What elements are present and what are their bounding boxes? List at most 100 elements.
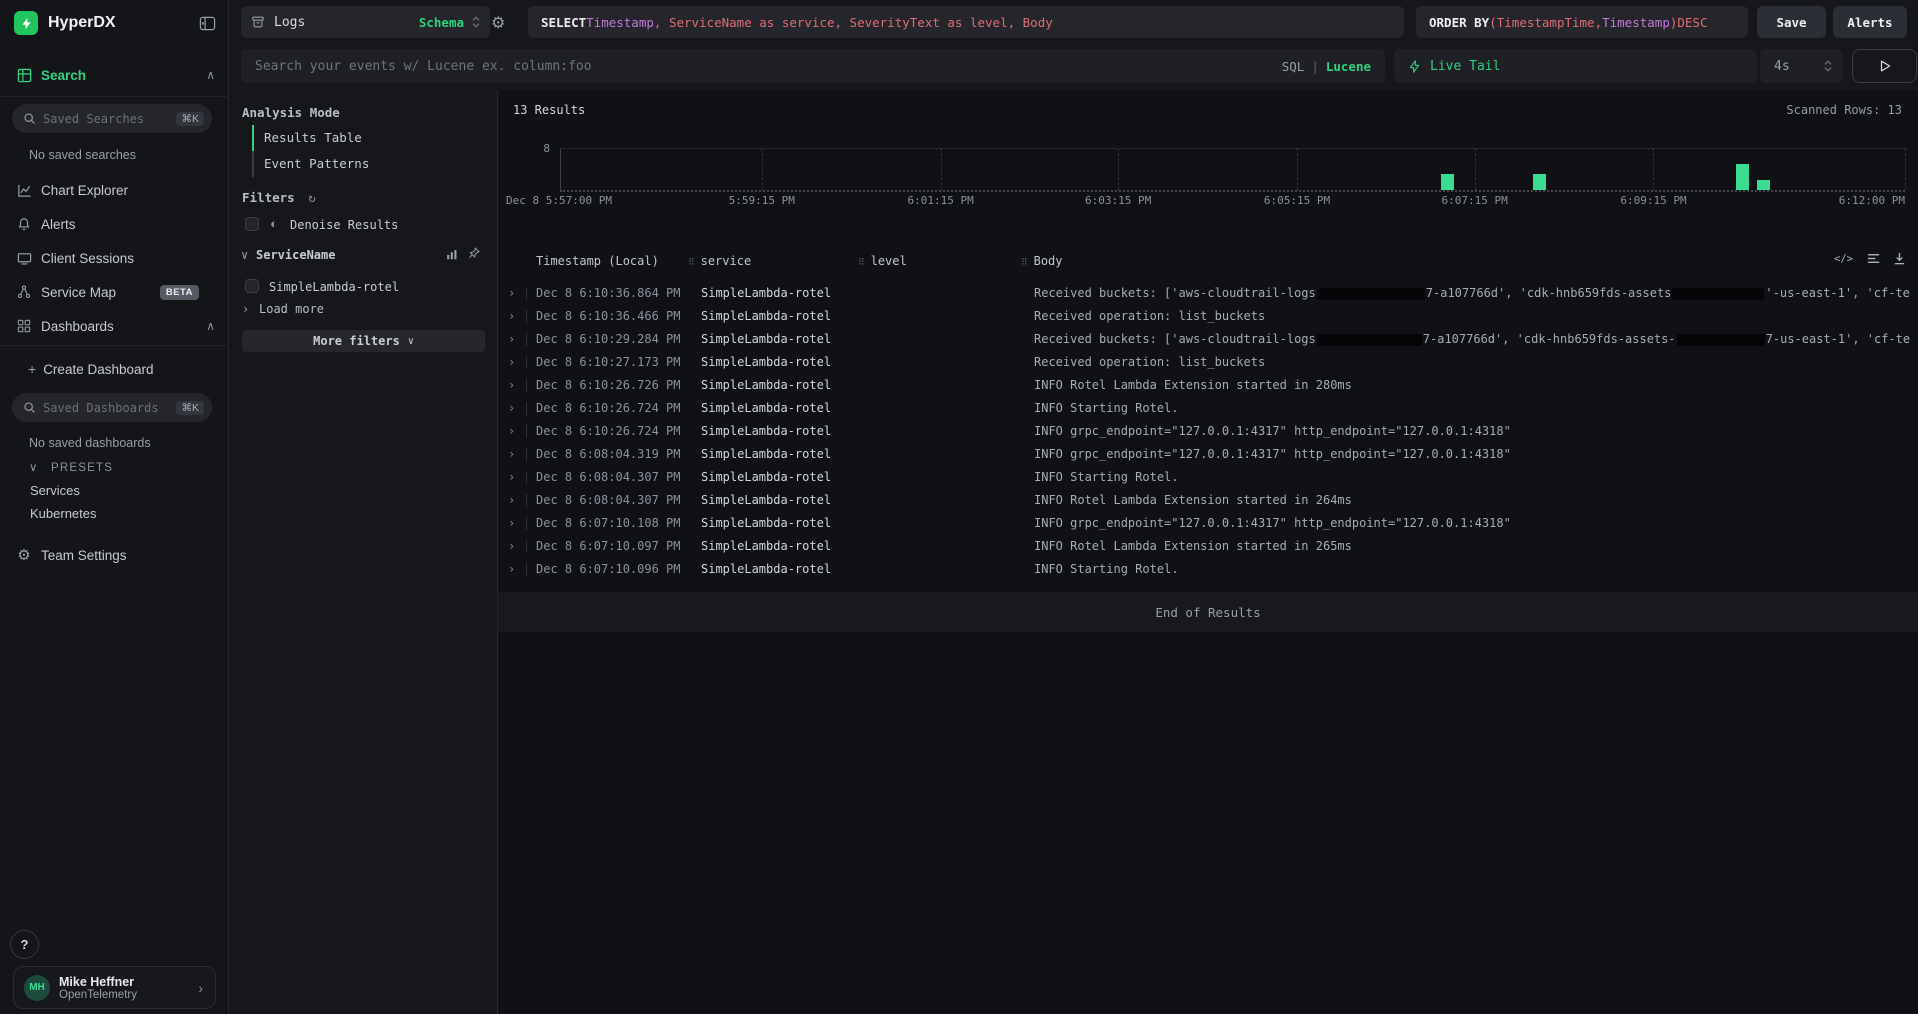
table-row[interactable]: ›Dec 8 6:08:04.319 PMSimpleLambda-rotelI…: [498, 443, 1918, 466]
row-expand-icon[interactable]: ›: [508, 466, 515, 489]
col-header-body[interactable]: ⠿Body: [1021, 254, 1063, 268]
sidebar-item-client-sessions[interactable]: Client Sessions: [0, 243, 229, 273]
filters-panel: Analysis Mode Results Table Event Patter…: [229, 90, 498, 1014]
stepper-carets-icon[interactable]: [1824, 60, 1832, 72]
chevron-right-icon: ›: [198, 980, 203, 996]
more-filters-button[interactable]: More filters ∨: [242, 330, 485, 352]
table-row[interactable]: ›Dec 8 6:10:36.864 PMSimpleLambda-rotelR…: [498, 282, 1918, 305]
mode-sql-toggle[interactable]: SQL: [1282, 59, 1305, 74]
servicename-value-label[interactable]: SimpleLambda-rotel: [269, 280, 399, 294]
table-row[interactable]: ›Dec 8 6:10:29.284 PMSimpleLambda-rotelR…: [498, 328, 1918, 351]
source-settings-gear-icon[interactable]: ⚙: [491, 13, 505, 33]
col-header-timestamp[interactable]: Timestamp (Local): [536, 254, 659, 268]
row-expand-icon[interactable]: ›: [508, 558, 515, 581]
table-row[interactable]: ›Dec 8 6:07:10.108 PMSimpleLambda-rotelI…: [498, 512, 1918, 535]
plus-icon: +: [28, 361, 36, 377]
drag-handle-icon: ⠿: [688, 258, 695, 268]
col-header-level[interactable]: ⠿level: [858, 254, 907, 268]
sidebar-item-chart-explorer[interactable]: Chart Explorer: [0, 175, 229, 205]
table-row[interactable]: ›Dec 8 6:10:36.466 PMSimpleLambda-rotelR…: [498, 305, 1918, 328]
row-expand-icon[interactable]: ›: [508, 443, 515, 466]
search-placeholder: Search your events w/ Lucene ex. column:…: [255, 59, 1282, 74]
table-row[interactable]: ›Dec 8 6:07:10.097 PMSimpleLambda-rotelI…: [498, 535, 1918, 558]
mode-lucene-toggle[interactable]: Lucene: [1326, 59, 1371, 74]
row-expand-icon[interactable]: ›: [508, 397, 515, 420]
download-icon[interactable]: [1892, 251, 1907, 266]
user-menu[interactable]: MH Mike Heffner OpenTelemetry ›: [13, 966, 216, 1009]
row-separator: [526, 540, 527, 553]
row-service: SimpleLambda-rotel: [701, 489, 831, 512]
preset-item-services[interactable]: Services: [30, 483, 80, 498]
sidebar-item-alerts[interactable]: Alerts: [0, 209, 229, 239]
row-expand-icon[interactable]: ›: [508, 489, 515, 512]
create-dashboard-button[interactable]: + Create Dashboard: [0, 354, 229, 384]
table-row[interactable]: ›Dec 8 6:10:26.724 PMSimpleLambda-rotelI…: [498, 397, 1918, 420]
histogram-bar[interactable]: [1757, 180, 1770, 191]
row-expand-icon[interactable]: ›: [508, 328, 515, 351]
load-more-link[interactable]: Load more: [259, 302, 324, 316]
histogram-bar[interactable]: [1441, 174, 1454, 190]
alerts-button[interactable]: Alerts: [1833, 6, 1907, 38]
x-gridline: [941, 148, 942, 190]
row-expand-icon[interactable]: ›: [508, 351, 515, 374]
chevron-up-icon[interactable]: ∧: [206, 319, 215, 333]
sidebar-item-search[interactable]: Search ∧: [0, 60, 229, 90]
help-button[interactable]: ?: [10, 930, 39, 959]
source-select[interactable]: Logs Schema: [241, 6, 490, 38]
select-query-input[interactable]: SELECT Timestamp, ServiceName as service…: [528, 6, 1404, 38]
row-body: Received buckets: ['aws-cloudtrail-logs7…: [1034, 328, 1910, 351]
pin-icon[interactable]: [467, 246, 481, 260]
filter-chart-icon[interactable]: [445, 247, 459, 261]
x-axis-baseline: [560, 190, 1905, 192]
sidebar-item-dashboards[interactable]: Dashboards ∧: [0, 311, 229, 341]
row-density-icon[interactable]: [1866, 251, 1881, 266]
row-expand-icon[interactable]: ›: [508, 374, 515, 397]
saved-searches-input[interactable]: Saved Searches ⌘K: [12, 104, 212, 133]
mode-rail: [252, 125, 254, 177]
chevron-up-icon[interactable]: ∧: [206, 68, 215, 82]
refresh-icon[interactable]: ↻: [308, 190, 316, 205]
filters-title: Filters ↻: [242, 190, 316, 205]
sidebar-item-team-settings[interactable]: ⚙ Team Settings: [0, 540, 229, 570]
servicename-collapse-chevron[interactable]: ∨: [241, 248, 248, 262]
interval-select[interactable]: 4s: [1760, 49, 1842, 83]
row-expand-icon[interactable]: ›: [508, 512, 515, 535]
end-of-results: End of Results: [498, 592, 1918, 632]
no-saved-searches-text: No saved searches: [29, 148, 136, 162]
presets-label: PRESETS: [51, 462, 113, 474]
table-row[interactable]: ›Dec 8 6:10:26.726 PMSimpleLambda-rotelI…: [498, 374, 1918, 397]
table-row[interactable]: ›Dec 8 6:10:27.173 PMSimpleLambda-rotelR…: [498, 351, 1918, 374]
event-search-input[interactable]: Search your events w/ Lucene ex. column:…: [241, 49, 1385, 83]
saved-dashboards-input[interactable]: Saved Dashboards ⌘K: [12, 393, 212, 422]
view-source-icon[interactable]: </>: [1834, 253, 1853, 265]
histogram-bar[interactable]: [1736, 164, 1749, 190]
row-expand-icon[interactable]: ›: [508, 305, 515, 328]
mode-event-patterns[interactable]: Event Patterns: [264, 151, 369, 177]
row-expand-icon[interactable]: ›: [508, 282, 515, 305]
live-tail-button[interactable]: Live Tail: [1394, 49, 1757, 83]
table-row[interactable]: ›Dec 8 6:07:10.096 PMSimpleLambda-rotelI…: [498, 558, 1918, 581]
schema-link[interactable]: Schema: [419, 15, 464, 30]
col-header-service[interactable]: ⠿service: [688, 254, 751, 268]
filter-group-servicename[interactable]: ServiceName: [256, 248, 335, 262]
collapse-sidebar-icon[interactable]: [199, 15, 216, 32]
denoise-label[interactable]: Denoise Results: [290, 218, 398, 232]
play-button[interactable]: [1852, 49, 1917, 83]
row-timestamp: Dec 8 6:08:04.307 PM: [536, 466, 681, 489]
denoise-checkbox[interactable]: [245, 217, 259, 231]
save-button[interactable]: Save: [1757, 6, 1826, 38]
table-row[interactable]: ›Dec 8 6:08:04.307 PMSimpleLambda-rotelI…: [498, 489, 1918, 512]
redacted-text: [1672, 288, 1764, 300]
table-row[interactable]: ›Dec 8 6:10:26.724 PMSimpleLambda-rotelI…: [498, 420, 1918, 443]
mode-results-table[interactable]: Results Table: [264, 125, 362, 151]
sidebar-item-service-map[interactable]: Service Map BETA: [0, 277, 229, 307]
row-expand-icon[interactable]: ›: [508, 420, 515, 443]
preset-item-kubernetes[interactable]: Kubernetes: [30, 506, 97, 521]
order-by-input[interactable]: ORDER BY (TimestampTime, Timestamp) DESC: [1416, 6, 1748, 38]
row-expand-icon[interactable]: ›: [508, 535, 515, 558]
servicename-value-checkbox[interactable]: [245, 279, 259, 293]
presets-toggle[interactable]: ∨ PRESETS: [29, 460, 113, 474]
table-row[interactable]: ›Dec 8 6:08:04.307 PMSimpleLambda-rotelI…: [498, 466, 1918, 489]
histogram-bar[interactable]: [1533, 174, 1546, 190]
sidebar-item-label: Service Map: [41, 285, 160, 300]
